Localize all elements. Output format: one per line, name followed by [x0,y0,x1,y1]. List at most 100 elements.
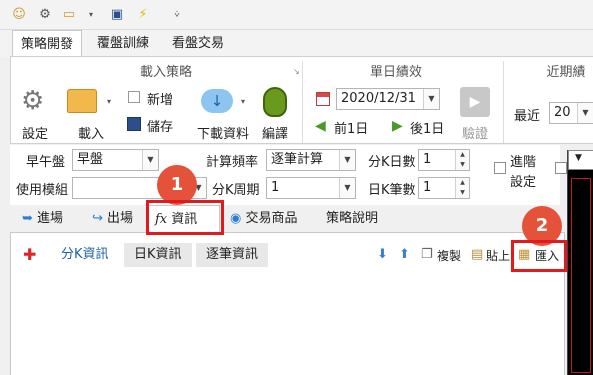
advanced-label-line1: 進階 [510,155,537,170]
kmin-days-spinner[interactable]: 1 ▲ ▼ [418,149,470,171]
save-icon[interactable]: ▣ [108,7,126,23]
kmin-period-value: 1 [271,180,280,195]
ribbon-tab-review-training[interactable]: 覆盤訓練 [89,30,157,57]
copy-icon: ❐ [421,247,433,262]
tab-entry-label: 進場 [37,211,64,226]
recent-label: 最近 [514,109,541,124]
save-button[interactable]: 儲存 [147,116,173,135]
add-icon[interactable]: ✚ [23,247,36,263]
prev-day-button[interactable]: 前1日 [334,118,368,137]
chevron-down-icon[interactable]: ▼ [575,153,582,163]
customize-qat-icon[interactable]: ⩒ [168,7,186,23]
entry-arrow-icon: ➥ [22,211,33,226]
move-up-icon[interactable]: ⬆ [399,247,410,262]
calc-frequency-select[interactable]: 逐筆計算 ▼ [266,149,356,171]
tab-exit[interactable]: ↪ 出場 [86,205,139,232]
paste-icon: ▤ [471,247,484,262]
next-arrow-icon: ▶ [392,118,403,134]
verify-button[interactable]: 驗證 [457,123,493,142]
calendar-icon [316,92,330,106]
move-down-icon[interactable]: ⬇ [377,247,388,262]
ribbon-tab-watch-trade[interactable]: 看盤交易 [164,30,232,57]
next-day-button[interactable]: 後1日 [410,118,444,137]
tab-strategy-description[interactable]: 策略說明 [320,205,384,232]
highlight-info-tab [146,200,224,235]
session-select[interactable]: 早盤 ▼ [72,149,159,171]
exit-arrow-icon: ↪ [92,211,103,226]
tab-day-k-info[interactable]: 日K資訊 [124,243,192,267]
strategy-parameters: 早午盤 早盤 ▼ 計算頻率 逐筆計算 ▼ 分K日數 1 ▲ ▼ 進階 設定 使用模… [10,145,567,205]
chart-selector[interactable]: ▼ [568,150,593,170]
date-picker[interactable]: 2020/12/31 ▼ [336,88,440,110]
ribbon-tab-strategy-dev[interactable]: 策略開發 [12,30,83,57]
advanced-checkbox[interactable] [494,162,506,174]
chevron-down-icon[interactable]: ▾ [82,7,100,23]
dialog-launcher-icon[interactable]: ↘ [293,67,300,76]
kmin-period-label: 分K周期 [212,183,260,198]
settings-gears-icon: ⚙ [21,86,45,116]
ribbon-tab-bar: 策略開發 覆盤訓練 看盤交易 [0,30,593,57]
copy-button[interactable]: 複製 [437,247,461,264]
tab-minute-k-info[interactable]: 分K資訊 [51,243,119,267]
chart-frame [571,178,591,373]
download-data-button[interactable]: 下載資料 [193,123,253,142]
chevron-down-icon[interactable]: ▼ [339,178,355,198]
kday-count-value: 1 [423,180,432,195]
globe-icon: ◉ [230,211,242,226]
spin-arrows-icon[interactable]: ▲ ▼ [455,178,469,198]
session-label: 早午盤 [26,155,66,170]
kday-count-spinner[interactable]: 1 ▲ ▼ [418,177,470,199]
group-title-single-day: 單日績效 [369,65,422,80]
chevron-down-icon[interactable]: ▼ [423,89,439,109]
spin-arrows-icon[interactable]: ▲ ▼ [455,150,469,170]
chevron-down-icon[interactable]: ▼ [142,150,158,170]
tab-trade-product-label: 交易商品 [245,211,298,226]
folder-open-icon[interactable]: ▭ [60,7,78,23]
compile-button[interactable]: 編譯 [257,123,293,142]
download-dropdown-icon[interactable]: ▾ [241,97,245,106]
gears-icon[interactable]: ⚙ [36,7,54,23]
model-label: 使用模組 [16,183,69,198]
ribbon-panel: 載入策略 ↘ ⚙ 設定 ▾ 載入 新增 儲存 ↓ ▾ 下載資料 編譯 單日績效 … [10,56,593,144]
app-logo-icon[interactable]: ☺ [10,7,28,23]
group-title-recent: 近期績 [546,65,586,80]
kday-count-label: 日K筆數 [368,183,416,198]
load-dropdown-icon[interactable]: ▾ [107,97,111,106]
tab-exit-label: 出場 [107,211,134,226]
group-separator [503,61,504,143]
highlight-import-button [511,240,567,272]
load-button[interactable]: 載入 [73,123,109,142]
calc-frequency-value: 逐筆計算 [271,152,324,167]
tab-trade-product[interactable]: ◉ 交易商品 [224,205,304,232]
kmin-days-label: 分K日數 [368,155,416,170]
chevron-down-icon[interactable]: ▼ [577,103,593,123]
recent-value: 20 [554,105,571,120]
clapperboard-icon: ▶ [460,87,490,117]
paste-button[interactable]: 貼上 [486,247,510,264]
session-value: 早盤 [77,152,104,167]
quick-access-toolbar: ☺ ⚙ ▭ ▾ ▣ ⚡ ⩒ [0,0,593,30]
save-disk-icon [127,117,141,131]
settings-button[interactable]: 設定 [17,123,53,142]
group-separator [302,61,303,143]
advanced-label-line2: 設定 [510,175,537,190]
tab-entry[interactable]: ➥ 進場 [16,205,69,232]
tab-tick-info[interactable]: 逐筆資訊 [196,243,269,267]
new-button[interactable]: 新增 [147,89,173,108]
info-panel: ✚ 分K資訊 日K資訊 逐筆資訊 ⬇ ⬆ ❐ 複製 ▤ 貼上 ▦ 匯入 [10,232,565,375]
calc-frequency-label: 計算頻率 [206,155,259,170]
bug-icon [263,87,287,117]
chevron-down-icon[interactable]: ▼ [339,150,355,170]
step-marker-1: 1 [157,165,197,205]
lightning-icon[interactable]: ⚡ [134,7,152,23]
kmin-period-select[interactable]: 1 ▼ [266,177,356,199]
recent-select[interactable]: 20 ▼ [549,102,593,124]
kmin-days-value: 1 [423,152,432,167]
group-title-load-strategy: 載入策略 [139,65,192,80]
new-doc-icon [128,91,140,103]
chart-window[interactable]: ▼ [567,150,593,375]
prev-arrow-icon: ◀ [315,118,326,134]
folder-icon [67,89,97,113]
date-value: 2020/12/31 [341,91,416,106]
extra-checkbox[interactable] [555,162,567,174]
